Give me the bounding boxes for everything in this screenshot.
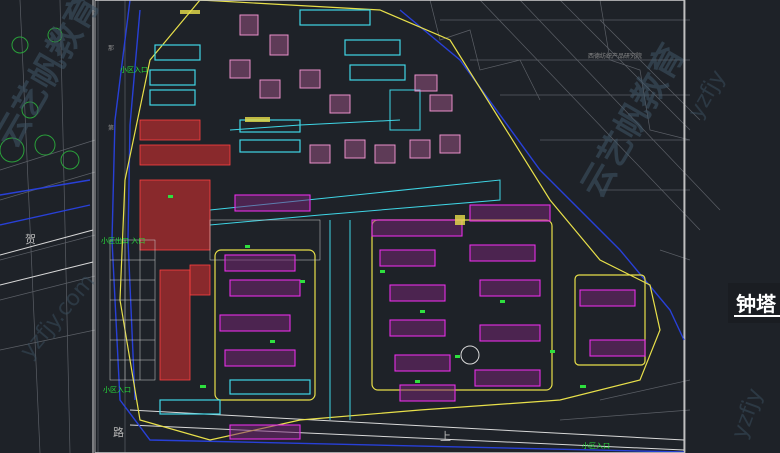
- entrance-label-2: 小区入口: [103, 385, 131, 394]
- landscape-circle: [460, 345, 480, 365]
- site-boundary: [0, 0, 685, 453]
- magenta-residential-blocks: [219, 194, 646, 440]
- title-underline: [734, 315, 780, 317]
- entrance-label-3: 小区入口: [120, 65, 148, 74]
- road-label-1: 贺: [25, 233, 36, 246]
- watermark-3: 云艺帆教育: [573, 37, 693, 204]
- entrance-label-1: 小区出口 入口: [101, 236, 145, 245]
- road-label-5: 第: [108, 124, 114, 132]
- pink-residential-blocks: [229, 14, 461, 164]
- watermark-5: yzfjy: [727, 385, 768, 442]
- entrance-label-4: 小区入口: [582, 441, 610, 450]
- road-label-2: 路: [113, 426, 124, 439]
- red-buildings: [139, 119, 231, 381]
- site-plan-drawing: 西德纺织产品研究院 小区出口 入口 小区入口 小区入口 小区入口 贺 路 上 那…: [0, 0, 768, 453]
- watermark-2: yzfjy.com: [15, 269, 100, 363]
- road-label-4: 那: [108, 44, 114, 52]
- watermark-1: 云艺帆教育: [0, 0, 108, 155]
- research-institute-label: 西德纺织产品研究院: [588, 52, 642, 60]
- road-label-3: 上: [440, 430, 451, 443]
- watermark-4: yzfjy: [684, 66, 731, 123]
- drawing-title: 钟塔: [736, 292, 776, 316]
- yellow-accent-blocks: [180, 10, 465, 225]
